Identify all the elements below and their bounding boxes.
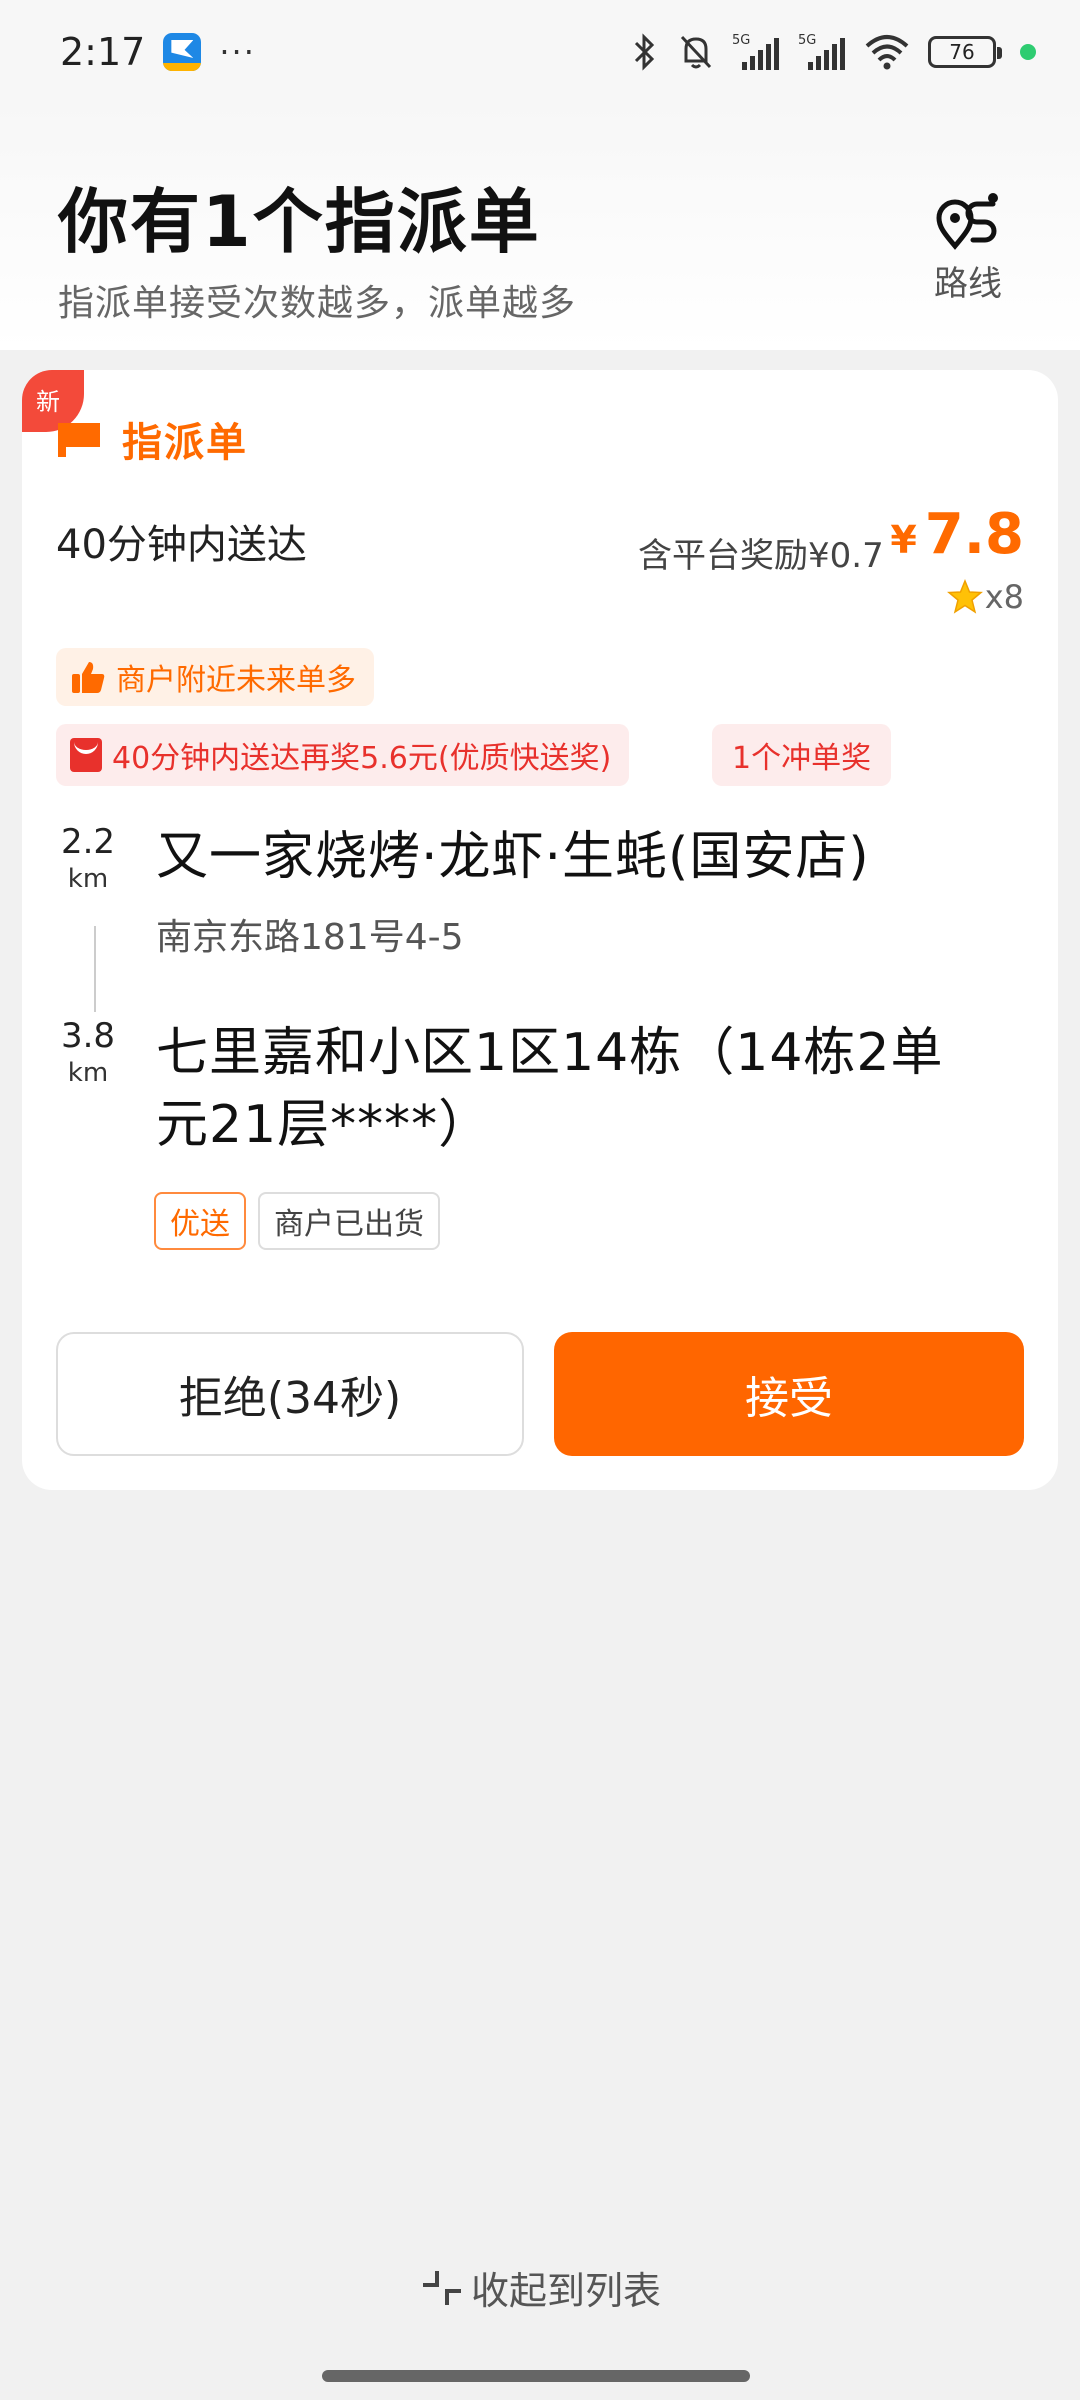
collapse-to-list-button[interactable]: 收起到列表 xyxy=(0,2260,1080,2315)
network-type-label: 5G xyxy=(732,33,750,48)
page-subtitle: 指派单接受次数越多，派单越多 xyxy=(58,283,577,324)
merchant-tag-label: 商户附近未来单多 xyxy=(116,663,356,698)
platform-reward: 含平台奖励¥0.7 xyxy=(638,536,884,576)
route-icon xyxy=(936,193,998,250)
page-title: 你有1个指派单 xyxy=(58,181,541,263)
merchant-tag: 商户附近未来单多 xyxy=(56,648,374,706)
route-label: 路线 xyxy=(934,264,1002,304)
pickup-distance-value: 2.2 xyxy=(60,822,116,862)
bonus-tag-label: 40分钟内送达再奖5.6元(优质快送奖) xyxy=(112,741,612,776)
app-icon xyxy=(163,33,202,71)
price-currency: ¥ xyxy=(890,518,917,562)
shipped-tag: 商户已出货 xyxy=(258,1192,440,1250)
more-notifications-icon: ··· xyxy=(219,33,256,71)
fast-delivery-tag: 优送 xyxy=(154,1192,246,1250)
bluetooth-icon xyxy=(630,33,660,71)
dropoff-name-line1: 七里嘉和小区1区14栋（14栋2单 xyxy=(156,1023,944,1083)
page-header: 你有1个指派单 指派单接受次数越多，派单越多 路线 xyxy=(0,104,1080,350)
battery-icon: 76 xyxy=(928,36,1002,68)
collapse-icon xyxy=(422,2270,461,2305)
status-bar: 2:17 ··· 5G 5G 76 xyxy=(0,0,1080,104)
order-type: 指派单 xyxy=(56,410,248,468)
dropoff-distance-unit: km xyxy=(67,1058,109,1088)
dropoff-distance-value: 3.8 xyxy=(60,1016,116,1056)
dropoff-distance: 3.8 km xyxy=(48,1016,128,1088)
rush-bonus-tag: 1个冲单奖 xyxy=(712,724,892,786)
order-card[interactable]: 新 指派单 40分钟内送达 含平台奖励¥0.7 ¥7.8 x8 商户附近未来单多… xyxy=(22,370,1058,1490)
collapse-label: 收起到列表 xyxy=(470,2269,661,2313)
thumbs-up-icon xyxy=(72,662,105,693)
order-price: ¥7.8 xyxy=(890,502,1024,567)
network-type-label: 5G xyxy=(798,33,816,48)
route-connector xyxy=(94,926,96,1012)
mute-bell-icon xyxy=(678,33,714,71)
status-left: 2:17 ··· xyxy=(60,30,256,74)
star-icon xyxy=(946,579,983,614)
pickup-distance: 2.2 km xyxy=(48,822,128,894)
signal-icon: 5G xyxy=(798,32,846,72)
star-count: x8 xyxy=(984,578,1024,616)
privacy-indicator-dot xyxy=(1020,44,1036,60)
price-value: 7.8 xyxy=(924,502,1024,567)
delivery-time: 40分钟内送达 xyxy=(56,522,307,568)
red-packet-icon xyxy=(70,738,102,772)
accept-button[interactable]: 接受 xyxy=(554,1332,1024,1456)
bonus-tag: 40分钟内送达再奖5.6元(优质快送奖) xyxy=(56,724,630,786)
pickup-name: 又一家烧烤·龙虾·生蚝(国安店) xyxy=(156,827,870,887)
route-button[interactable]: 路线 xyxy=(920,188,1016,318)
star-rating: x8 xyxy=(946,578,1024,616)
reject-button[interactable]: 拒绝(34秒) xyxy=(56,1332,524,1456)
order-tags: 优送 商户已出货 xyxy=(154,1192,440,1250)
wifi-icon xyxy=(864,34,910,70)
status-right: 5G 5G 76 xyxy=(630,32,1036,72)
flag-icon xyxy=(58,423,100,457)
status-time: 2:17 xyxy=(60,30,146,74)
home-indicator[interactable] xyxy=(322,2370,750,2382)
pickup-distance-unit: km xyxy=(67,864,109,894)
pickup-address: 南京东路181号4-5 xyxy=(156,917,464,958)
signal-icon: 5G xyxy=(732,32,780,72)
dropoff-name-line2: 元21层****） xyxy=(156,1095,492,1155)
order-type-label: 指派单 xyxy=(122,420,248,466)
